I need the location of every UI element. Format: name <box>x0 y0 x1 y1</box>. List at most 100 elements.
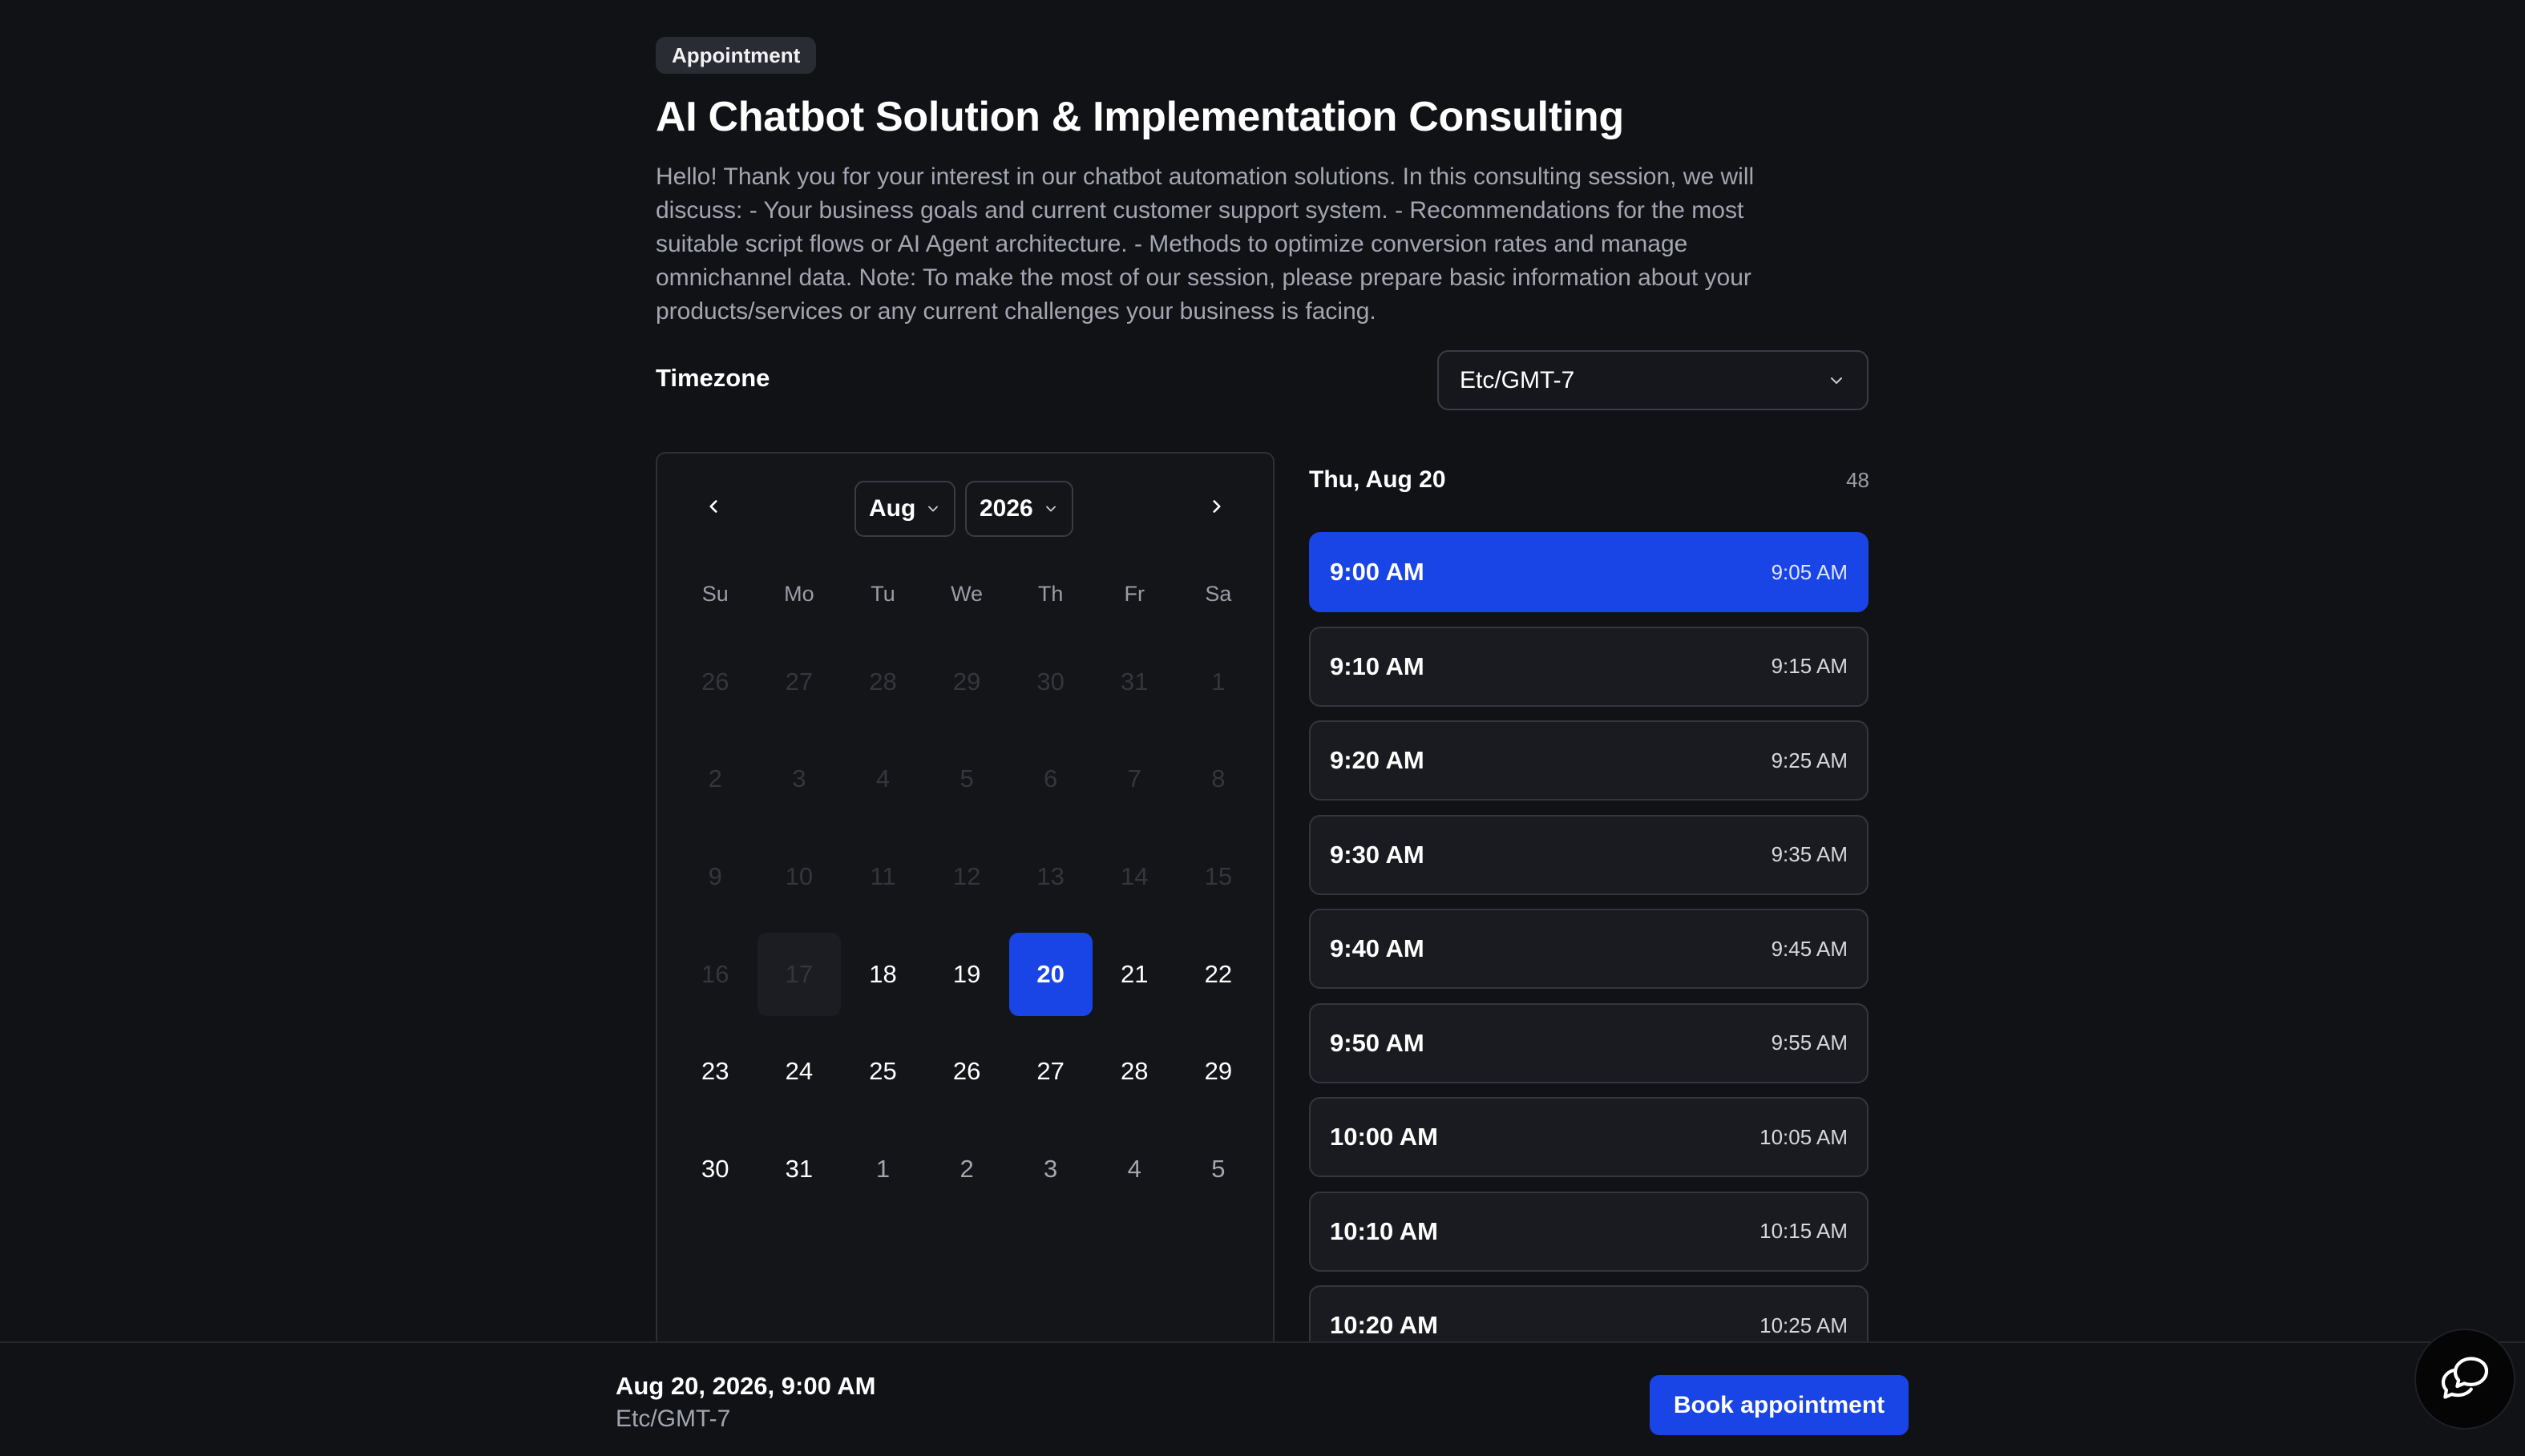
next-month-button[interactable] <box>1196 486 1238 527</box>
calendar-day[interactable]: 26 <box>925 1022 1009 1120</box>
calendar-day: 10 <box>758 828 842 926</box>
slot-start-time: 10:00 AM <box>1330 1123 1438 1151</box>
slot-end-time: 10:15 AM <box>1759 1219 1848 1243</box>
session-description: Hello! Thank you for your interest in ou… <box>656 163 1755 325</box>
slot-start-time: 9:10 AM <box>1330 651 1424 680</box>
calendar-day-number: 16 <box>701 959 729 988</box>
calendar-day-selected[interactable]: 20 <box>1008 926 1093 1023</box>
year-value: 2026 <box>980 495 1033 522</box>
slot-end-time: 9:45 AM <box>1771 936 1848 961</box>
calendar-day-number: 26 <box>701 667 729 696</box>
slot-end-time: 10:05 AM <box>1759 1124 1848 1149</box>
calendar-day: 2 <box>673 731 758 829</box>
calendar-day-number: 27 <box>1036 1057 1065 1086</box>
summary-timezone: Etc/GMT-7 <box>616 1406 731 1432</box>
booking-page: Appointment AI Chatbot Solution & Implem… <box>0 0 2525 1456</box>
calendar-day[interactable]: 25 <box>841 1022 925 1120</box>
calendar-day-number: 24 <box>785 1057 814 1086</box>
weekday-label: Mo <box>784 582 814 606</box>
calendar-day[interactable]: 29 <box>1177 1022 1261 1120</box>
calendar-day[interactable]: 2 <box>925 1120 1009 1218</box>
calendar-day-number: 19 <box>952 959 981 988</box>
calendar-day[interactable]: 3 <box>1008 1120 1093 1218</box>
previous-month-button[interactable] <box>693 486 734 527</box>
calendar-day[interactable]: 22 <box>1177 926 1261 1023</box>
timezone-label: Timezone <box>656 364 770 392</box>
time-slot[interactable]: 10:10 AM 10:15 AM <box>1309 1191 1868 1272</box>
slot-start-time: 9:30 AM <box>1330 840 1424 869</box>
slot-end-time: 9:25 AM <box>1771 748 1848 772</box>
calendar-day-number: 8 <box>1211 764 1226 793</box>
calendar-day-number: 7 <box>1127 764 1141 793</box>
slot-start-time: 10:10 AM <box>1330 1216 1438 1245</box>
calendar-day-number: 13 <box>1036 861 1065 890</box>
calendar-day[interactable]: 30 <box>673 1120 758 1218</box>
calendar-day-number: 23 <box>701 1057 729 1086</box>
calendar-day[interactable]: 19 <box>925 926 1009 1023</box>
time-slot[interactable]: 9:30 AM 9:35 AM <box>1309 814 1868 895</box>
timezone-value: Etc/GMT-7 <box>1460 366 1575 393</box>
weekday-label: Tu <box>871 582 895 606</box>
calendar-day-number: 28 <box>869 667 897 696</box>
chevron-down-icon <box>928 506 939 512</box>
month-select[interactable]: Aug <box>854 481 956 537</box>
calendar-day[interactable]: 1 <box>841 1120 925 1218</box>
calendar-day-number: 6 <box>1044 764 1058 793</box>
calendar-day-number: 12 <box>952 861 981 890</box>
year-select[interactable]: 2026 <box>965 481 1073 537</box>
time-slot[interactable]: 9:10 AM 9:15 AM <box>1309 626 1868 707</box>
calendar-day-number: 5 <box>960 764 974 793</box>
chevron-down-icon <box>1831 377 1842 384</box>
calendar-day[interactable]: 5 <box>1177 1120 1261 1218</box>
calendar-day[interactable]: 31 <box>758 1120 842 1218</box>
slot-start-time: 9:40 AM <box>1330 934 1424 962</box>
calendar-day-number: 2 <box>960 1154 974 1183</box>
slot-end-time: 9:35 AM <box>1771 842 1848 866</box>
calendar-day: 7 <box>1093 731 1177 829</box>
calendar-day-number: 15 <box>1204 861 1233 890</box>
calendar-day-number: 9 <box>708 861 722 890</box>
book-appointment-button[interactable]: Book appointment <box>1650 1375 1909 1435</box>
calendar-day: 15 <box>1177 828 1261 926</box>
calendar-day[interactable]: 27 <box>1008 1022 1093 1120</box>
weekday-label: We <box>951 582 984 606</box>
calendar-day[interactable]: 23 <box>673 1022 758 1120</box>
slot-end-time: 9:15 AM <box>1771 654 1848 678</box>
calendar-day-number: 29 <box>952 667 981 696</box>
calendar-day-number: 21 <box>1121 959 1149 988</box>
calendar-day-number: 3 <box>792 764 806 793</box>
calendar-day: 14 <box>1093 828 1177 926</box>
calendar-day: 11 <box>841 828 925 926</box>
calendar-day[interactable]: 21 <box>1093 926 1177 1023</box>
calendar-day: 12 <box>925 828 1009 926</box>
calendar-day-number: 11 <box>870 861 896 890</box>
calendar-day-number: 18 <box>869 959 897 988</box>
booking-summary-bar: Aug 20, 2026, 9:00 AM Etc/GMT-7 Book app… <box>0 1341 2525 1456</box>
weekday-label: Su <box>701 582 729 606</box>
weekday-header: Su Mo Tu We Th Fr Sa <box>673 582 1260 607</box>
calendar-day-number: 4 <box>1127 1154 1141 1183</box>
calendar-day: 16 <box>673 926 758 1023</box>
chevron-right-icon <box>1213 500 1221 513</box>
page-title: AI Chatbot Solution & Implementation Con… <box>656 94 1624 140</box>
time-slot[interactable]: 10:00 AM 10:05 AM <box>1309 1097 1868 1177</box>
chat-widget-button[interactable] <box>2414 1329 2515 1430</box>
calendar-day[interactable]: 28 <box>1093 1022 1177 1120</box>
time-slot[interactable]: 9:50 AM 9:55 AM <box>1309 1002 1868 1083</box>
calendar-day-number: 29 <box>1204 1057 1233 1086</box>
time-slot[interactable]: 9:40 AM 9:45 AM <box>1309 909 1868 989</box>
calendar-day-number: 4 <box>875 764 891 793</box>
timezone-select[interactable]: Etc/GMT-7 <box>1437 350 1868 410</box>
calendar-day-number: 20 <box>1008 932 1093 1016</box>
calendar-day-number: 22 <box>1204 959 1233 988</box>
time-slot[interactable]: 9:20 AM 9:25 AM <box>1309 720 1868 801</box>
calendar-day-number: 3 <box>1044 1154 1058 1183</box>
calendar-day[interactable]: 4 <box>1093 1120 1177 1218</box>
calendar-day[interactable]: 24 <box>758 1022 842 1120</box>
calendar-day: 31 <box>1093 633 1177 731</box>
calendar-day[interactable]: 18 <box>841 926 925 1023</box>
date-calendar: Aug 2026 Su Mo Tu We Th Fr Sa 26 27 28 29 30 31 1 2 3 4… <box>656 452 1275 1349</box>
calendar-day: 3 <box>758 731 842 829</box>
time-slot-selected[interactable]: 9:00 AM 9:05 AM <box>1309 532 1868 612</box>
slot-end-time: 9:05 AM <box>1771 559 1848 584</box>
